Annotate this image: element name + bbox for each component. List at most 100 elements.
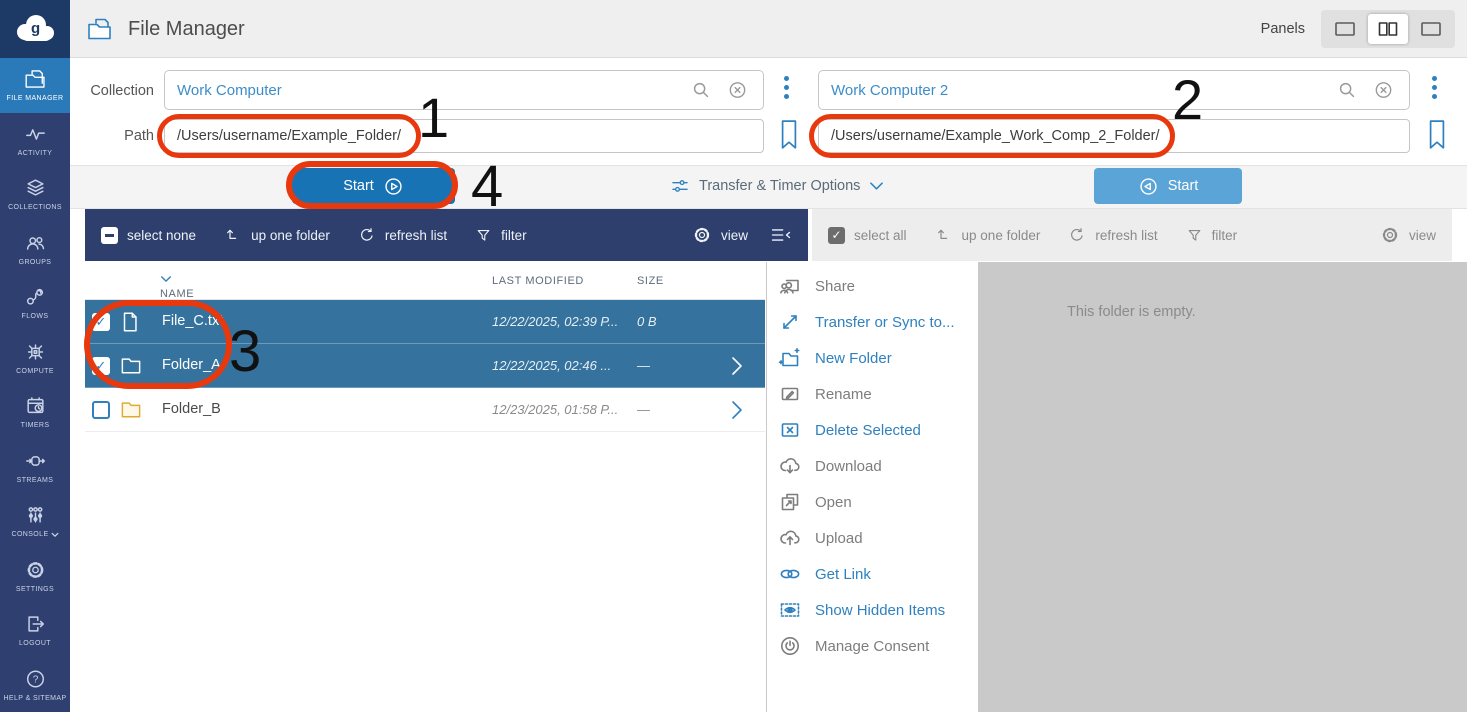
- action-menu: Share Transfer or Sync to... New Folder …: [766, 262, 968, 712]
- logout-icon: [23, 613, 48, 635]
- cloud-logo-icon: g: [12, 12, 58, 46]
- chip-icon: [23, 341, 48, 363]
- empty-folder-message: This folder is empty.: [1067, 304, 1196, 320]
- panel-layout-toggle: [1321, 10, 1455, 48]
- table-row-folder-b[interactable]: Folder_B 12/23/2025, 01:58 P... —: [85, 388, 765, 432]
- checked-checkbox-icon[interactable]: ✓: [828, 227, 845, 244]
- filter-funnel-icon: [475, 227, 492, 244]
- column-size[interactable]: SIZE: [637, 275, 664, 287]
- menu-item-download[interactable]: Download: [767, 448, 968, 484]
- filter-button[interactable]: filter: [1186, 227, 1238, 244]
- menu-item-upload[interactable]: Upload: [767, 520, 968, 556]
- row-checkbox-unchecked[interactable]: [92, 401, 110, 419]
- select-none-button[interactable]: select none: [101, 227, 196, 244]
- view-gear-icon: [1380, 225, 1400, 245]
- menu-item-show-hidden[interactable]: Show Hidden Items: [767, 592, 968, 628]
- right-collection-menu-icon[interactable]: [1432, 76, 1438, 99]
- sidebar-item-flows[interactable]: FLOWS: [0, 276, 70, 331]
- panels-label: Panels: [1261, 21, 1305, 37]
- refresh-list-button[interactable]: refresh list: [1068, 226, 1157, 244]
- single-panel-icon: [1333, 18, 1357, 40]
- flow-icon: [23, 286, 48, 308]
- sidebar-item-console[interactable]: CONSOLE: [0, 494, 70, 549]
- table-row-file-c[interactable]: ✓ File_C.txt 12/22/2025, 02:39 P... 0 B: [85, 300, 765, 344]
- view-button[interactable]: view: [1380, 225, 1436, 245]
- play-left-icon: [1138, 176, 1159, 197]
- right-file-list-empty: This folder is empty.: [978, 262, 1467, 712]
- right-bookmark-icon[interactable]: [1426, 119, 1448, 151]
- help-icon: ?: [23, 668, 48, 690]
- sidebar-item-settings[interactable]: SETTINGS: [0, 549, 70, 604]
- left-file-list: NAME LAST MODIFIED SIZE ✓ File_C.txt 12/…: [85, 262, 765, 712]
- sidebar-item-groups[interactable]: GROUPS: [0, 222, 70, 277]
- right-list-toolbar: ✓ select all up one folder refresh list …: [812, 209, 1452, 261]
- eye-icon: [778, 598, 802, 622]
- menu-item-transfer-or-sync[interactable]: Transfer or Sync to...: [767, 304, 968, 340]
- chevron-down-icon: [869, 181, 884, 191]
- file-icon: [120, 311, 140, 333]
- sidebar-item-collections[interactable]: COLLECTIONS: [0, 167, 70, 222]
- wide-panel-button[interactable]: [1411, 14, 1451, 44]
- folder-icon: [120, 355, 142, 375]
- svg-text:?: ?: [32, 674, 38, 685]
- menu-item-delete-selected[interactable]: Delete Selected: [767, 412, 968, 448]
- collapse-menu-button[interactable]: [770, 226, 792, 244]
- left-collection-input[interactable]: [164, 70, 764, 110]
- sidebar-item-help[interactable]: ? HELP & SITEMAP: [0, 658, 70, 712]
- right-collection-input[interactable]: [818, 70, 1410, 110]
- dual-panel-button[interactable]: [1368, 14, 1408, 44]
- search-icon[interactable]: [1336, 79, 1358, 101]
- table-row-folder-a[interactable]: ✓ Folder_A 12/22/2025, 02:46 ... —: [85, 344, 765, 388]
- row-checkbox-checked[interactable]: ✓: [92, 357, 110, 375]
- menu-item-share[interactable]: Share: [767, 268, 968, 304]
- sidebar-item-activity[interactable]: ACTIVITY: [0, 113, 70, 168]
- left-path-field: [164, 119, 764, 153]
- sort-chevron-down-icon: [160, 275, 172, 283]
- menu-item-open[interactable]: Open: [767, 484, 968, 520]
- activity-icon: [23, 123, 48, 145]
- clear-collection-icon[interactable]: [1373, 80, 1394, 101]
- select-all-button[interactable]: ✓ select all: [828, 227, 907, 244]
- left-bookmark-icon[interactable]: [778, 119, 800, 151]
- left-collection-menu-icon[interactable]: [784, 76, 790, 99]
- folder-icon: [23, 68, 48, 90]
- transfer-timer-options[interactable]: Transfer & Timer Options: [670, 168, 884, 204]
- cloud-upload-icon: [778, 526, 802, 550]
- column-last-modified[interactable]: LAST MODIFIED: [492, 275, 584, 287]
- globus-logo[interactable]: g: [0, 0, 70, 58]
- delete-x-icon: [778, 418, 802, 442]
- menu-item-manage-consent[interactable]: Manage Consent: [767, 628, 968, 664]
- dual-panel-icon: [1376, 18, 1400, 40]
- sidebar-item-logout[interactable]: LOGOUT: [0, 603, 70, 658]
- menu-item-get-link[interactable]: Get Link: [767, 556, 968, 592]
- view-button[interactable]: view: [692, 225, 748, 245]
- folder-icon: [120, 399, 142, 419]
- sidebar-item-compute[interactable]: COMPUTE: [0, 331, 70, 386]
- column-name[interactable]: NAME: [160, 275, 172, 283]
- start-transfer-right-button[interactable]: Start: [1094, 168, 1242, 204]
- sidebar-item-streams[interactable]: STREAMS: [0, 440, 70, 495]
- start-transfer-left-button[interactable]: Start: [292, 168, 455, 204]
- page-title: File Manager: [128, 18, 245, 41]
- row-checkbox-checked[interactable]: ✓: [92, 313, 110, 331]
- sidebar-item-file-manager[interactable]: FILE MANAGER: [0, 58, 70, 113]
- up-one-folder-button[interactable]: up one folder: [935, 226, 1041, 244]
- left-collection-field: [164, 70, 764, 110]
- top-header: g File Manager Panels: [0, 0, 1467, 58]
- single-panel-button[interactable]: [1325, 14, 1365, 44]
- console-sliders-icon: [23, 504, 48, 526]
- clear-collection-icon[interactable]: [727, 80, 748, 101]
- up-one-folder-button[interactable]: up one folder: [224, 226, 330, 244]
- indeterminate-checkbox-icon[interactable]: [101, 227, 118, 244]
- filter-button[interactable]: filter: [475, 227, 527, 244]
- left-path-input[interactable]: [164, 119, 764, 153]
- open-folder-chevron-icon[interactable]: [730, 355, 743, 377]
- open-folder-chevron-icon[interactable]: [730, 399, 743, 421]
- sidebar-item-timers[interactable]: TIMERS: [0, 385, 70, 440]
- refresh-list-button[interactable]: refresh list: [358, 226, 447, 244]
- left-list-toolbar: select none up one folder refresh list f…: [85, 209, 808, 261]
- menu-item-new-folder[interactable]: New Folder: [767, 340, 968, 376]
- right-path-input[interactable]: [818, 119, 1410, 153]
- search-icon[interactable]: [690, 79, 712, 101]
- menu-item-rename[interactable]: Rename: [767, 376, 968, 412]
